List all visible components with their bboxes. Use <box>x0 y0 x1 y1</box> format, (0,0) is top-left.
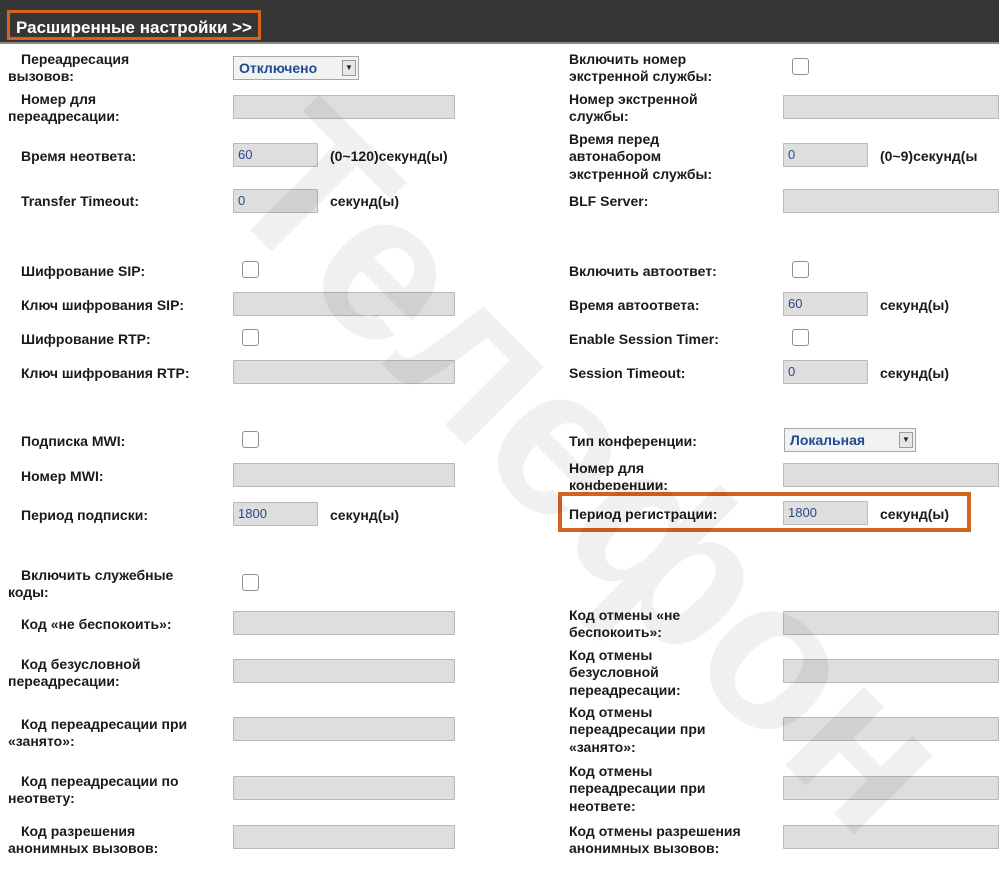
service-codes-checkbox[interactable] <box>242 574 259 591</box>
unconditional-cancel-input[interactable] <box>783 659 999 683</box>
busy-cancel-label-line2: переадресации при <box>569 721 706 737</box>
auto-answer-time-unit: секунд(ы) <box>880 297 949 313</box>
unconditional-cancel-label-line1: Код отмены <box>569 647 653 663</box>
emergency-delay-label-line2: автонабором <box>569 148 662 164</box>
busy-code-input[interactable] <box>233 717 455 741</box>
mwi-subscribe-label: Подписка MWI: <box>21 433 126 449</box>
unconditional-code-label-line1: Код безусловной <box>21 656 141 672</box>
emergency-enable-label-line1: Включить номер <box>569 51 687 67</box>
no-answer-time-input[interactable]: 60 <box>233 143 318 167</box>
busy-code-label-line1: Код переадресации при <box>21 716 188 732</box>
dnd-cancel-label-line1: Код отмены «не <box>569 607 681 623</box>
register-period-label: Период регистрации: <box>569 506 718 522</box>
dnd-code-label: Код «не беспокоить»: <box>21 616 172 632</box>
subscribe-period-unit: секунд(ы) <box>330 507 399 523</box>
blf-server-input[interactable] <box>783 189 999 213</box>
subscribe-period-label: Период подписки: <box>21 507 148 523</box>
no-answer-cancel-label-line3: неответе: <box>569 798 636 814</box>
session-timeout-unit: секунд(ы) <box>880 365 949 381</box>
service-codes-label-line1: Включить служебные <box>21 567 174 583</box>
forward-number-input[interactable] <box>233 95 455 119</box>
forward-number-label-line2: переадресации: <box>8 108 120 124</box>
emergency-delay-unit: (0~9)секунд(ы <box>880 148 978 164</box>
no-answer-code-input[interactable] <box>233 776 455 800</box>
mwi-number-label: Номер MWI: <box>21 468 104 484</box>
anonymous-code-label-line1: Код разрешения <box>21 823 136 839</box>
conference-number-label-line1: Номер для <box>569 460 645 476</box>
emergency-delay-label-line1: Время перед <box>569 131 660 147</box>
session-timer-label: Enable Session Timer: <box>569 331 719 347</box>
register-period-input[interactable]: 1800 <box>783 501 868 525</box>
no-answer-cancel-label-line1: Код отмены <box>569 763 653 779</box>
session-timeout-label: Session Timeout: <box>569 365 686 381</box>
no-answer-cancel-label-line2: переадресации при <box>569 780 706 796</box>
no-answer-code-label-line1: Код переадресации по <box>21 773 179 789</box>
rtp-key-input[interactable] <box>233 360 455 384</box>
forward-mode-value: Отключено <box>239 60 318 76</box>
busy-cancel-label-line3: «занято»: <box>569 739 636 755</box>
unconditional-code-label-line2: переадресации: <box>8 673 120 689</box>
rtp-encryption-checkbox[interactable] <box>242 329 259 346</box>
chevron-down-icon: ▼ <box>899 432 913 448</box>
subscribe-period-input[interactable]: 1800 <box>233 502 318 526</box>
section-title[interactable]: Расширенные настройки >> <box>7 10 261 40</box>
sip-key-input[interactable] <box>233 292 455 316</box>
no-answer-code-label-line2: неответу: <box>8 790 75 806</box>
transfer-timeout-unit: секунд(ы) <box>330 193 399 209</box>
mwi-subscribe-checkbox[interactable] <box>242 431 259 448</box>
conference-number-input[interactable] <box>783 463 999 487</box>
emergency-enable-checkbox[interactable] <box>792 58 809 75</box>
busy-cancel-label-line1: Код отмены <box>569 704 653 720</box>
emergency-enable-label-line2: экстренной службы: <box>569 68 713 84</box>
no-answer-cancel-input[interactable] <box>783 776 999 800</box>
anonymous-cancel-label-line1: Код отмены разрешения <box>569 823 741 839</box>
emergency-number-input[interactable] <box>783 95 999 119</box>
transfer-timeout-input[interactable]: 0 <box>233 189 318 213</box>
mwi-number-input[interactable] <box>233 463 455 487</box>
conference-number-label-line2: конференции: <box>569 477 668 490</box>
anonymous-code-label-line2: анонимных вызовов: <box>8 840 159 856</box>
forward-label-line1: Переадресация <box>21 51 130 67</box>
register-period-unit: секунд(ы) <box>880 506 949 522</box>
conference-type-value: Локальная <box>790 432 866 448</box>
sip-encryption-checkbox[interactable] <box>242 261 259 278</box>
emergency-number-label-line2: службы: <box>569 108 629 124</box>
no-answer-time-label: Время неответа: <box>21 148 137 164</box>
unconditional-cancel-label-line3: переадресации: <box>569 682 681 698</box>
emergency-delay-label-line3: экстренной службы: <box>569 166 713 182</box>
emergency-delay-input[interactable]: 0 <box>783 143 868 167</box>
rtp-key-label: Ключ шифрования RTP: <box>21 365 190 381</box>
dnd-cancel-input[interactable] <box>783 611 999 635</box>
dnd-cancel-label-line2: беспокоить»: <box>569 624 662 640</box>
anonymous-cancel-label-line2: анонимных вызовов: <box>569 840 720 856</box>
dnd-code-input[interactable] <box>233 611 455 635</box>
service-codes-label-line2: коды: <box>8 584 49 600</box>
session-timeout-input[interactable]: 0 <box>783 360 868 384</box>
transfer-timeout-label: Transfer Timeout: <box>21 193 139 209</box>
auto-answer-time-label: Время автоответа: <box>569 297 700 313</box>
anonymous-cancel-input[interactable] <box>783 825 999 849</box>
blf-server-label: BLF Server: <box>569 193 649 209</box>
rtp-encryption-label: Шифрование RTP: <box>21 331 151 347</box>
sip-encryption-label: Шифрование SIP: <box>21 263 146 279</box>
emergency-number-label-line1: Номер экстренной <box>569 91 698 107</box>
chevron-down-icon: ▼ <box>342 60 356 76</box>
unconditional-code-input[interactable] <box>233 659 455 683</box>
anonymous-code-input[interactable] <box>233 825 455 849</box>
unconditional-cancel-label-line2: безусловной <box>569 664 659 680</box>
busy-code-label-line2: «занято»: <box>8 733 75 749</box>
auto-answer-time-input[interactable]: 60 <box>783 292 868 316</box>
busy-cancel-input[interactable] <box>783 717 999 741</box>
forward-label-line2: вызовов: <box>8 68 74 84</box>
no-answer-time-unit: (0~120)секунд(ы) <box>330 148 448 164</box>
forward-number-label-line1: Номер для <box>21 91 97 107</box>
conference-type-select[interactable]: Локальная ▼ <box>784 428 916 452</box>
auto-answer-checkbox[interactable] <box>792 261 809 278</box>
forward-mode-select[interactable]: Отключено ▼ <box>233 56 359 80</box>
conference-type-label: Тип конференции: <box>569 433 697 449</box>
auto-answer-label: Включить автоответ: <box>569 263 717 279</box>
sip-key-label: Ключ шифрования SIP: <box>21 297 185 313</box>
session-timer-checkbox[interactable] <box>792 329 809 346</box>
